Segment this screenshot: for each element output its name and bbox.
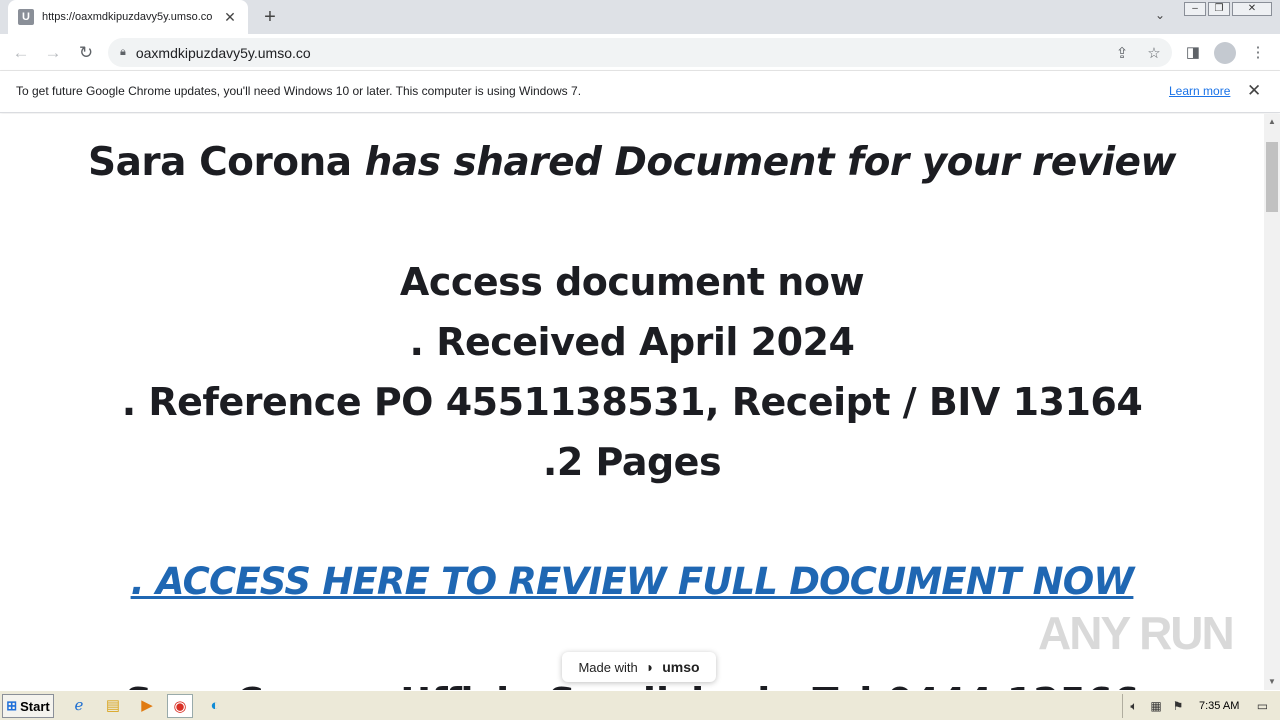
made-with-umso-badge[interactable]: Made with ◗ umso <box>562 652 716 682</box>
made-with-label: Made with <box>578 659 638 675</box>
file-explorer-icon[interactable]: ▤ <box>100 694 126 718</box>
page-scrollbar[interactable]: ▲ ▼ <box>1264 114 1280 690</box>
minimize-button[interactable]: – <box>1184 2 1206 16</box>
tab-search-chevron-icon[interactable]: ⌄ <box>1150 8 1170 28</box>
reference-line: . Reference PO 4551138531, Receipt / BIV… <box>121 380 1143 424</box>
active-tab[interactable]: U https://oaxmdkipuzdavy5y.umso.co ✕ <box>8 0 248 34</box>
forward-arrow-icon[interactable]: → <box>40 40 66 66</box>
learn-more-link[interactable]: Learn more <box>1169 84 1230 98</box>
url-text: oaxmdkipuzdavy5y.umso.co <box>135 44 311 61</box>
back-arrow-icon[interactable]: ← <box>8 40 34 66</box>
bookmark-star-icon[interactable]: ☆ <box>1144 44 1164 62</box>
sender-name: Sara Corona <box>88 140 352 185</box>
tab-title: https://oaxmdkipuzdavy5y.umso.co <box>42 11 213 23</box>
tab-close-icon[interactable]: ✕ <box>222 9 238 26</box>
windows-taskbar: ⊞ Start ℯ ▤ ▶ ◉ ◐ 🔈︎ ▦ ⚑ 7:35 AM ▭ <box>0 690 1280 720</box>
windows-logo-icon: ⊞ <box>6 698 18 713</box>
tab-strip: U https://oaxmdkipuzdavy5y.umso.co ✕ + ⌄… <box>0 0 1280 34</box>
pages-count-line: .2 Pages <box>542 440 722 484</box>
volume-icon[interactable]: 🔈︎ <box>1123 699 1145 714</box>
access-document-heading: Access document now <box>399 260 865 304</box>
received-date-line: . Received April 2024 <box>409 320 855 364</box>
lock-icon[interactable]: 🔒︎ <box>120 46 126 59</box>
restore-button[interactable]: ❐ <box>1208 2 1230 16</box>
reload-icon[interactable]: ↻ <box>73 40 99 66</box>
edge-icon[interactable]: ◐ <box>202 694 228 718</box>
action-center-flag-icon[interactable]: ⚑ <box>1167 699 1189 713</box>
scroll-down-arrow-icon[interactable]: ▼ <box>1264 674 1280 690</box>
scroll-up-arrow-icon[interactable]: ▲ <box>1264 114 1280 130</box>
umso-brand-text: umso <box>662 659 700 675</box>
infobar-close-icon[interactable]: ✕ <box>1247 81 1261 101</box>
chrome-icon[interactable]: ◉ <box>167 694 193 718</box>
show-desktop-icon[interactable]: ▭ <box>1251 699 1273 713</box>
clock[interactable]: 7:35 AM <box>1199 700 1239 712</box>
browser-toolbar: ← → ↻ 🔒︎ oaxmdkipuzdavy5y.umso.co ⇪ ☆ ◨ … <box>0 34 1280 71</box>
scroll-thumb[interactable] <box>1266 142 1278 212</box>
share-icon[interactable]: ⇪ <box>1112 44 1132 62</box>
infobar-message: To get future Google Chrome updates, you… <box>16 84 582 98</box>
anyrun-watermark: ANY RUN <box>1038 607 1235 659</box>
headline-rest: has shared Document for your review <box>364 140 1177 185</box>
site-favicon-icon: U <box>18 9 34 25</box>
address-bar[interactable]: 🔒︎ oaxmdkipuzdavy5y.umso.co ⇪ ☆ <box>108 38 1172 67</box>
access-document-link[interactable]: . ACCESS HERE TO REVIEW FULL DOCUMENT NO… <box>0 560 1264 603</box>
new-tab-button[interactable]: + <box>258 5 282 29</box>
umso-logo-icon: ◗ <box>645 659 655 675</box>
side-panel-icon[interactable]: ◨ <box>1182 42 1204 64</box>
profile-avatar[interactable] <box>1214 42 1236 64</box>
system-tray: 🔈︎ ▦ ⚑ 7:35 AM ▭ <box>1122 694 1278 718</box>
page-headline: Sara Corona has shared Document for your… <box>0 140 1264 185</box>
media-player-icon[interactable]: ▶ <box>134 694 160 718</box>
start-button[interactable]: ⊞ Start <box>2 694 54 718</box>
update-infobar: To get future Google Chrome updates, you… <box>0 71 1280 113</box>
internet-explorer-icon[interactable]: ℯ <box>66 694 92 718</box>
close-window-button[interactable]: ✕ <box>1232 2 1272 16</box>
network-icon[interactable]: ▦ <box>1145 699 1167 713</box>
menu-kebab-icon[interactable]: ⋮ <box>1247 42 1269 64</box>
page-content: Sara Corona has shared Document for your… <box>0 114 1264 690</box>
start-label: Start <box>20 698 50 714</box>
